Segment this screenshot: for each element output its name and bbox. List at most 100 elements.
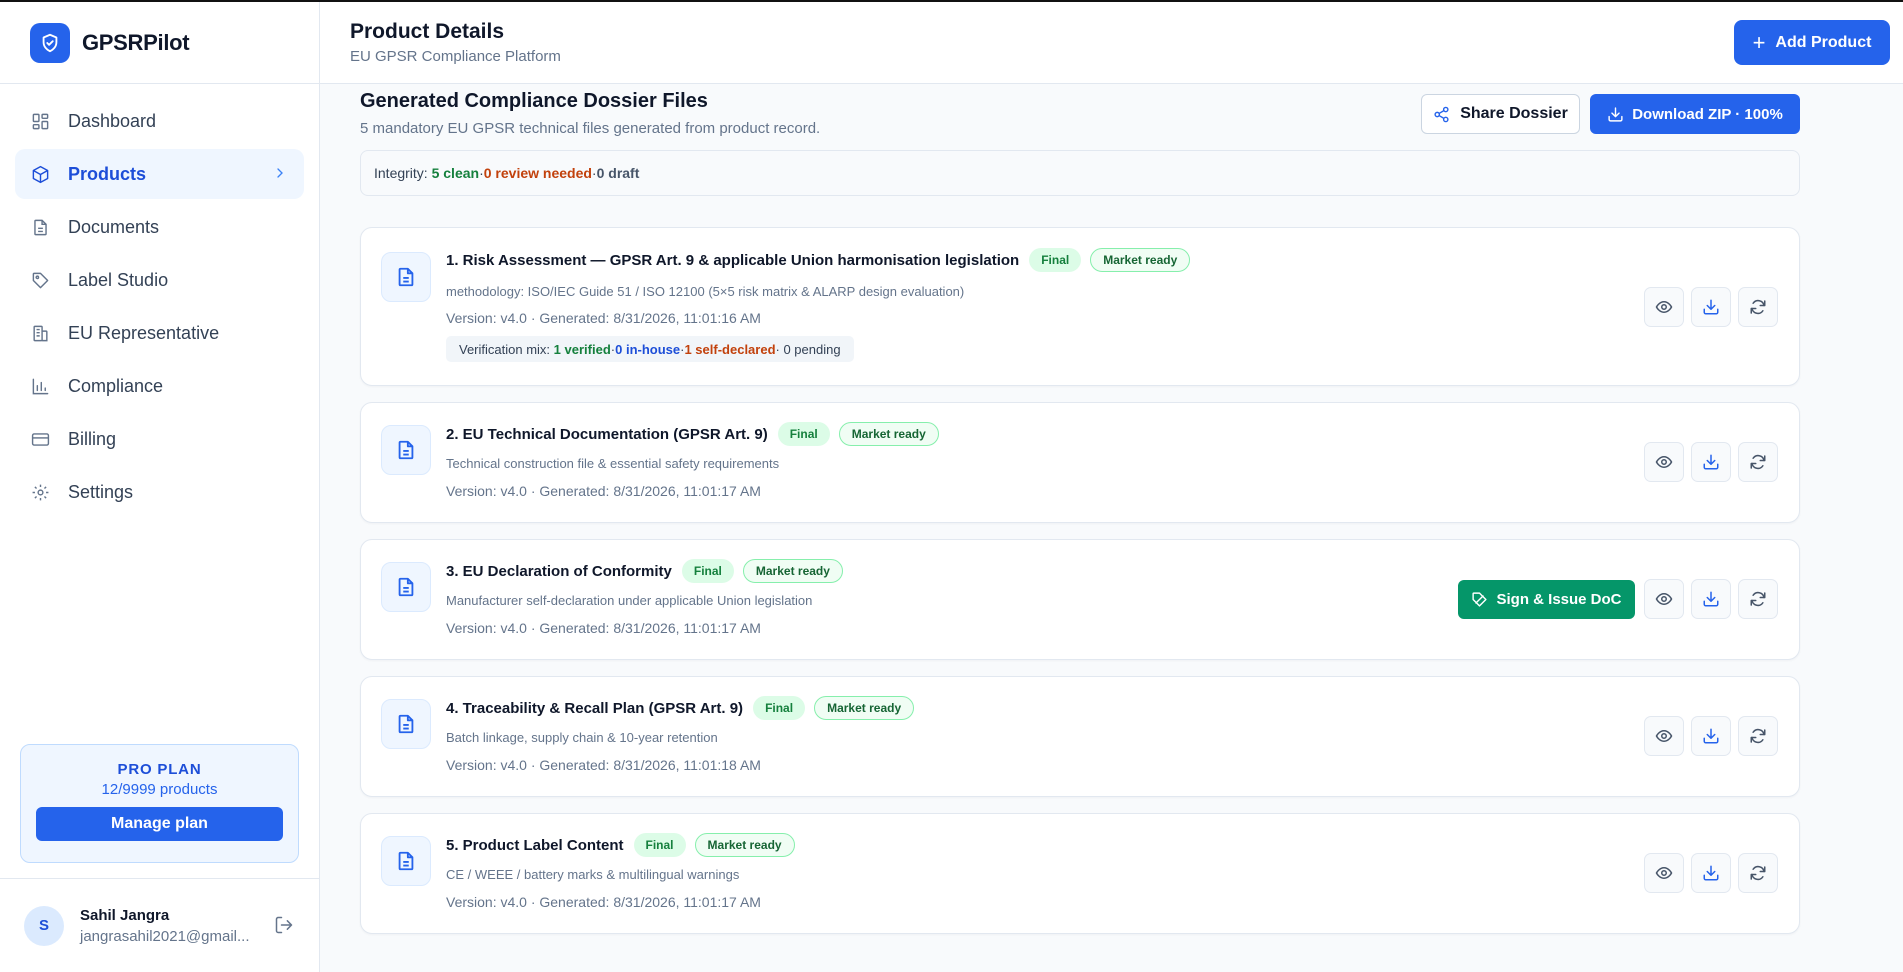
page-subtitle: EU GPSR Compliance Platform	[350, 48, 561, 65]
file-version: Version: v4.0 · Generated: 8/31/2026, 11…	[446, 620, 761, 636]
download-icon	[1703, 591, 1719, 607]
avatar[interactable]: S	[24, 905, 64, 946]
logout-icon[interactable]	[274, 915, 294, 940]
sign-issue-doc-button[interactable]: Sign & Issue DoC	[1458, 580, 1635, 619]
sidebar-item-compliance[interactable]: Compliance	[15, 361, 304, 411]
sidebar-item-label-studio[interactable]: Label Studio	[15, 255, 304, 305]
preview-button[interactable]	[1644, 579, 1684, 619]
preview-button[interactable]	[1644, 287, 1684, 327]
sidebar-item-dashboard[interactable]: Dashboard	[15, 96, 304, 146]
integrity-draft: 0 draft	[596, 165, 640, 181]
dossier-file-card: 1. Risk Assessment — GPSR Art. 9 & appli…	[360, 227, 1800, 386]
preview-button[interactable]	[1644, 716, 1684, 756]
file-text-icon	[381, 836, 431, 886]
regenerate-button[interactable]	[1738, 853, 1778, 893]
file-text-icon	[381, 425, 431, 475]
file-version: Version: v4.0 · Generated: 8/31/2026, 11…	[446, 483, 761, 499]
preview-button[interactable]	[1644, 442, 1684, 482]
grid-icon	[30, 111, 50, 131]
sidebar: GPSRPilot Dashboard Products Documents L…	[0, 2, 320, 972]
dossier-title: Generated Compliance Dossier Files	[360, 90, 708, 112]
market-ready-badge: Market ready	[838, 422, 939, 446]
sidebar-item-settings[interactable]: Settings	[15, 467, 304, 517]
file-description: methodology: ISO/IEC Guide 51 / ISO 1210…	[446, 284, 965, 299]
verification-label: Verification mix:	[459, 341, 551, 357]
file-text-icon	[381, 252, 431, 302]
eye-icon	[1655, 455, 1673, 469]
eye-icon	[1655, 866, 1673, 880]
user-profile: S Sahil Jangra jangrasahil2021@gmail...	[0, 878, 319, 972]
topbar: Product Details EU GPSR Compliance Platf…	[320, 2, 1903, 84]
signature-icon	[1472, 592, 1488, 607]
sidebar-item-eu-representative[interactable]: EU Representative	[15, 308, 304, 358]
plus-icon: +	[1752, 29, 1766, 55]
sidebar-item-label: EU Representative	[68, 322, 220, 343]
preview-button[interactable]	[1644, 853, 1684, 893]
file-version: Version: v4.0 · Generated: 8/31/2026, 11…	[446, 757, 761, 773]
chevron-right-icon	[272, 165, 288, 186]
market-ready-badge: Market ready	[1090, 248, 1191, 272]
brand[interactable]: GPSRPilot	[0, 2, 319, 84]
sidebar-nav: Dashboard Products Documents Label Studi…	[0, 84, 319, 517]
download-icon	[1703, 865, 1719, 881]
sidebar-item-documents[interactable]: Documents	[15, 202, 304, 252]
dossier-file-card: 4. Traceability & Recall Plan (GPSR Art.…	[360, 676, 1800, 797]
sidebar-item-billing[interactable]: Billing	[15, 414, 304, 464]
integrity-clean: 5 clean	[431, 165, 480, 181]
regenerate-button[interactable]	[1738, 442, 1778, 482]
status-badge: Final	[1029, 248, 1082, 272]
integrity-review: 0 review needed	[483, 165, 592, 181]
box-icon	[30, 164, 50, 184]
download-button[interactable]	[1691, 853, 1731, 893]
dossier-subtitle: 5 mandatory EU GPSR technical files gene…	[360, 120, 821, 137]
tag-icon	[30, 270, 50, 290]
file-description: Batch linkage, supply chain & 10-year re…	[446, 730, 718, 745]
file-title: 2. EU Technical Documentation (GPSR Art.…	[446, 425, 768, 443]
eye-icon	[1655, 592, 1673, 606]
refresh-icon	[1750, 728, 1766, 744]
verification-verified: 1 verified	[553, 341, 611, 357]
download-zip-button[interactable]: Download ZIP · 100%	[1590, 94, 1800, 134]
eye-icon	[1655, 729, 1673, 743]
file-version: Version: v4.0 · Generated: 8/31/2026, 11…	[446, 894, 761, 910]
share-dossier-label: Share Dossier	[1460, 105, 1568, 122]
credit-card-icon	[30, 429, 50, 449]
refresh-icon	[1750, 299, 1766, 315]
sidebar-item-products[interactable]: Products	[15, 149, 304, 199]
verification-self-declared: 1 self-declared	[684, 341, 776, 357]
refresh-icon	[1750, 865, 1766, 881]
sidebar-item-label: Products	[68, 163, 147, 184]
share-dossier-button[interactable]: Share Dossier	[1421, 94, 1580, 134]
verification-pending: · 0 pending	[775, 341, 841, 357]
status-badge: Final	[753, 696, 806, 720]
manage-plan-button[interactable]: Manage plan	[36, 807, 283, 841]
regenerate-button[interactable]	[1738, 287, 1778, 327]
sidebar-item-label: Billing	[68, 428, 117, 449]
building-icon	[30, 323, 50, 343]
market-ready-badge: Market ready	[694, 833, 795, 857]
sidebar-item-label: Documents	[68, 216, 160, 237]
verification-inhouse: 0 in-house	[615, 341, 681, 357]
file-description: Manufacturer self-declaration under appl…	[446, 593, 813, 608]
download-button[interactable]	[1691, 579, 1731, 619]
add-product-button[interactable]: + Add Product	[1734, 20, 1890, 65]
plan-usage: 12/9999 products	[101, 781, 218, 798]
regenerate-button[interactable]	[1738, 716, 1778, 756]
sidebar-item-label: Dashboard	[68, 110, 157, 131]
file-title: 5. Product Label Content	[446, 836, 624, 854]
integrity-label: Integrity:	[374, 165, 428, 181]
refresh-icon	[1750, 454, 1766, 470]
regenerate-button[interactable]	[1738, 579, 1778, 619]
download-button[interactable]	[1691, 287, 1731, 327]
download-icon	[1703, 728, 1719, 744]
file-version: Version: v4.0 · Generated: 8/31/2026, 11…	[446, 310, 761, 326]
file-title: 1. Risk Assessment — GPSR Art. 9 & appli…	[446, 251, 1020, 269]
dossier-file-card: 5. Product Label Content Final Market re…	[360, 813, 1800, 934]
download-button[interactable]	[1691, 442, 1731, 482]
status-badge: Final	[777, 422, 830, 446]
sign-issue-doc-label: Sign & Issue DoC	[1496, 591, 1622, 608]
sidebar-item-label: Compliance	[68, 375, 164, 396]
file-text-icon	[381, 699, 431, 749]
download-button[interactable]	[1691, 716, 1731, 756]
page-title: Product Details	[350, 20, 505, 43]
